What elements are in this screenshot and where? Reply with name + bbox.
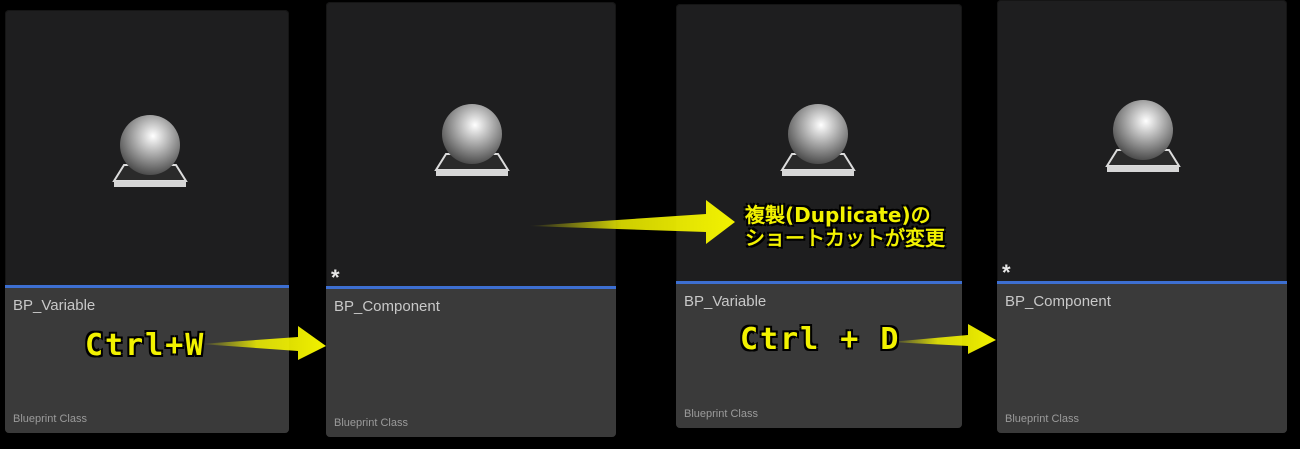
change-note-line1: 複製(Duplicate)の [745,203,931,227]
arrow-right-icon [200,200,996,360]
change-note: 複製(Duplicate)の ショートカットが変更 [745,204,945,250]
shortcut-old-label: Ctrl+W [85,328,206,363]
shortcut-new-label: Ctrl + D [740,322,901,357]
change-note-line2: ショートカットが変更 [745,226,945,250]
